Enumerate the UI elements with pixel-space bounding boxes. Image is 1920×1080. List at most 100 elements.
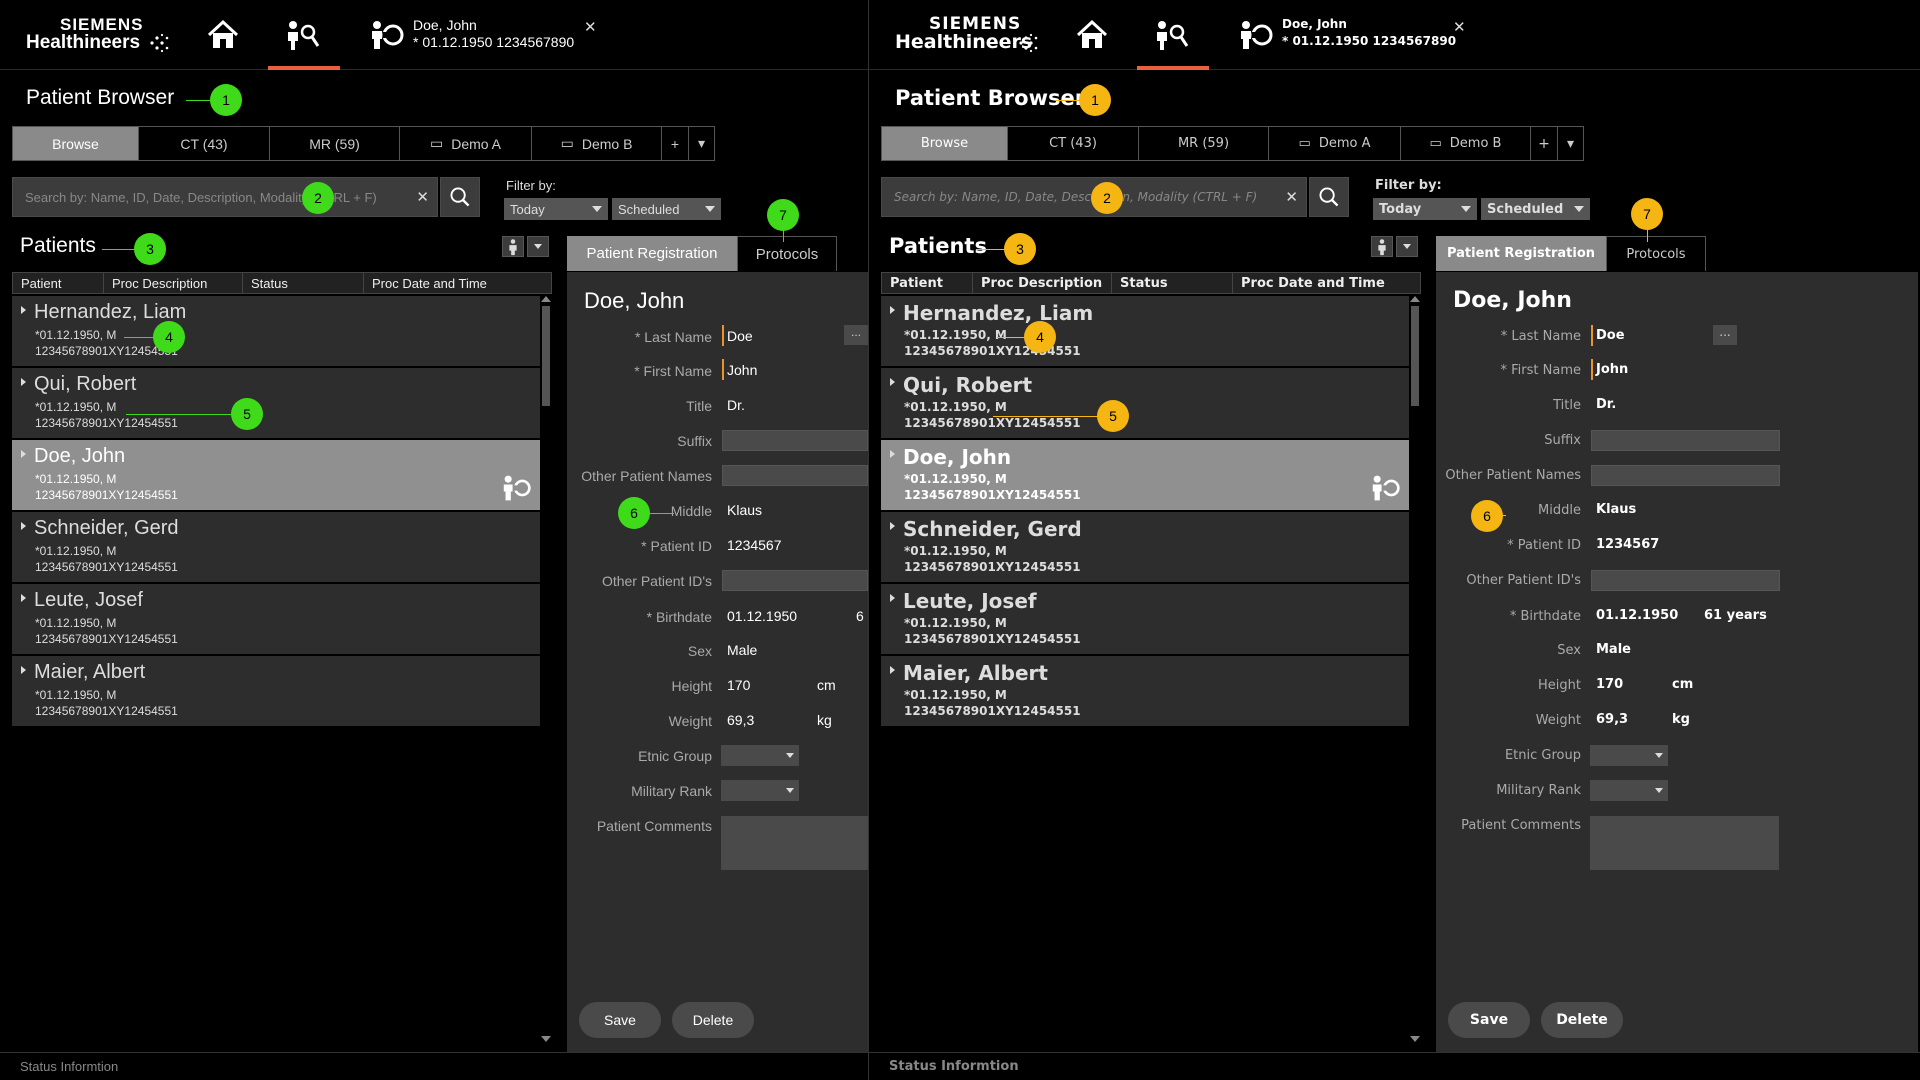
patient-row[interactable]: Schneider, Gerd *01.12.1950, M 12345678901…: [12, 512, 540, 582]
add-tab-button[interactable]: +: [661, 126, 688, 161]
height-value[interactable]: 170: [1596, 677, 1623, 692]
tab-browse[interactable]: Browse: [12, 126, 138, 161]
title-value[interactable]: Dr.: [727, 397, 745, 413]
weight-value[interactable]: 69,3: [1596, 712, 1628, 727]
patient-row[interactable]: Maier, Albert *01.12.1950, M 12345678901XY…: [12, 656, 540, 726]
other-names-field[interactable]: [1591, 465, 1780, 486]
patient-row[interactable]: Maier, Albert *01.12.1950, M 12345678901XY…: [881, 656, 1409, 726]
patient-browser-icon[interactable]: [1154, 18, 1190, 52]
filter-date-select[interactable]: Today: [504, 198, 608, 220]
expand-icon[interactable]: [890, 666, 895, 674]
tab-mr[interactable]: MR (59): [269, 126, 399, 161]
other-names-field[interactable]: [722, 465, 868, 486]
tab-protocols[interactable]: Protocols: [1606, 236, 1706, 271]
tab-ct[interactable]: CT (43): [138, 126, 269, 161]
delete-button[interactable]: Delete: [1541, 1002, 1623, 1038]
suffix-field[interactable]: [1591, 430, 1780, 451]
expand-icon[interactable]: [890, 306, 895, 314]
patient-view-button[interactable]: [1371, 236, 1393, 257]
tab-patient-registration[interactable]: Patient Registration: [567, 236, 737, 271]
expand-icon[interactable]: [21, 450, 26, 458]
column-status[interactable]: Status: [1111, 272, 1232, 294]
search-icon[interactable]: [1309, 177, 1349, 217]
scroll-down-icon[interactable]: [1410, 1036, 1420, 1042]
scroll-up-icon[interactable]: [541, 296, 551, 302]
expand-icon[interactable]: [21, 522, 26, 530]
sex-value[interactable]: Male: [727, 642, 757, 658]
patient-row[interactable]: Qui, Robert *01.12.1950, M 12345678901XY12…: [881, 368, 1409, 438]
filter-state-select[interactable]: Scheduled: [612, 198, 721, 220]
tab-demo-b[interactable]: ▭ Demo B: [531, 126, 661, 161]
column-patient[interactable]: Patient: [881, 272, 972, 294]
expand-icon[interactable]: [890, 378, 895, 386]
last-name-more-button[interactable]: ...: [844, 325, 868, 345]
expand-icon[interactable]: [21, 378, 26, 386]
patient-list-scrollbar[interactable]: [540, 296, 552, 1042]
birthdate-value[interactable]: 01.12.1950: [1596, 608, 1678, 623]
add-tab-button[interactable]: +: [1530, 126, 1557, 161]
patient-row[interactable]: Qui, Robert *01.12.1950, M 12345678901XY12…: [12, 368, 540, 438]
scroll-up-icon[interactable]: [1410, 296, 1420, 302]
expand-icon[interactable]: [890, 594, 895, 602]
expand-icon[interactable]: [21, 666, 26, 674]
tab-menu-button[interactable]: ▾: [688, 126, 715, 161]
tab-patient-registration[interactable]: Patient Registration: [1436, 236, 1606, 271]
patient-view-button[interactable]: [502, 236, 524, 257]
scroll-thumb[interactable]: [1411, 306, 1419, 406]
tab-protocols[interactable]: Protocols: [737, 236, 837, 271]
middle-value[interactable]: Klaus: [727, 502, 762, 518]
patient-row[interactable]: Schneider, Gerd *01.12.1950, M 12345678901…: [881, 512, 1409, 582]
clear-search-icon[interactable]: ✕: [1285, 188, 1298, 206]
ethnic-group-select[interactable]: [1590, 745, 1668, 766]
home-icon[interactable]: [1074, 18, 1110, 52]
filter-date-select[interactable]: Today: [1373, 198, 1477, 220]
scroll-down-icon[interactable]: [541, 1036, 551, 1042]
close-icon[interactable]: ✕: [584, 18, 597, 36]
weight-value[interactable]: 69,3: [727, 712, 754, 728]
search-input[interactable]: [13, 178, 437, 216]
patient-id-value[interactable]: 1234567: [727, 537, 782, 553]
expand-icon[interactable]: [21, 306, 26, 314]
tab-mr[interactable]: MR (59): [1138, 126, 1268, 161]
patient-view-menu-button[interactable]: [527, 236, 549, 257]
expand-icon[interactable]: [890, 450, 895, 458]
comments-field[interactable]: [1590, 816, 1779, 870]
tab-menu-button[interactable]: ▾: [1557, 126, 1584, 161]
tab-browse[interactable]: Browse: [881, 126, 1007, 161]
ethnic-group-select[interactable]: [721, 745, 799, 766]
column-proc-date[interactable]: Proc Date and Time: [1232, 272, 1421, 294]
column-proc-description[interactable]: Proc Description: [103, 272, 242, 294]
tab-demo-a[interactable]: ▭ Demo A: [1268, 126, 1400, 161]
comments-field[interactable]: [721, 816, 868, 870]
patient-row[interactable]: Leute, Josef *01.12.1950, M 12345678901XY1…: [12, 584, 540, 654]
column-status[interactable]: Status: [242, 272, 363, 294]
military-rank-select[interactable]: [1590, 780, 1668, 801]
scroll-thumb[interactable]: [542, 306, 550, 406]
patient-row[interactable]: Leute, Josef *01.12.1950, M 12345678901XY1…: [881, 584, 1409, 654]
column-proc-date[interactable]: Proc Date and Time: [363, 272, 552, 294]
military-rank-select[interactable]: [721, 780, 799, 801]
height-value[interactable]: 170: [727, 677, 750, 693]
column-patient[interactable]: Patient: [12, 272, 103, 294]
patient-row[interactable]: Hernandez, Liam *01.12.1950, M 12345678901…: [881, 296, 1409, 366]
search-icon[interactable]: [440, 177, 480, 217]
patient-id-value[interactable]: 1234567: [1596, 537, 1659, 552]
home-icon[interactable]: [205, 18, 241, 52]
patient-row[interactable]: Hernandez, Liam *01.12.1950, M 12345678901…: [12, 296, 540, 366]
other-ids-field[interactable]: [722, 570, 868, 591]
save-button[interactable]: Save: [1448, 1002, 1530, 1038]
patient-row-selected[interactable]: Doe, John *01.12.1950, M 12345678901XY1245…: [881, 440, 1409, 510]
patient-row-selected[interactable]: Doe, John *01.12.1950, M 12345678901XY1245…: [12, 440, 540, 510]
patient-list-scrollbar[interactable]: [1409, 296, 1421, 1042]
tab-demo-a[interactable]: ▭ Demo A: [399, 126, 531, 161]
patient-view-menu-button[interactable]: [1396, 236, 1418, 257]
close-icon[interactable]: ✕: [1453, 18, 1466, 36]
sex-value[interactable]: Male: [1596, 642, 1631, 657]
birthdate-value[interactable]: 01.12.1950: [727, 608, 797, 624]
middle-value[interactable]: Klaus: [1596, 502, 1636, 517]
save-button[interactable]: Save: [579, 1002, 661, 1038]
clear-search-icon[interactable]: ✕: [416, 188, 429, 206]
expand-icon[interactable]: [890, 522, 895, 530]
tab-demo-b[interactable]: ▭ Demo B: [1400, 126, 1530, 161]
other-ids-field[interactable]: [1591, 570, 1780, 591]
